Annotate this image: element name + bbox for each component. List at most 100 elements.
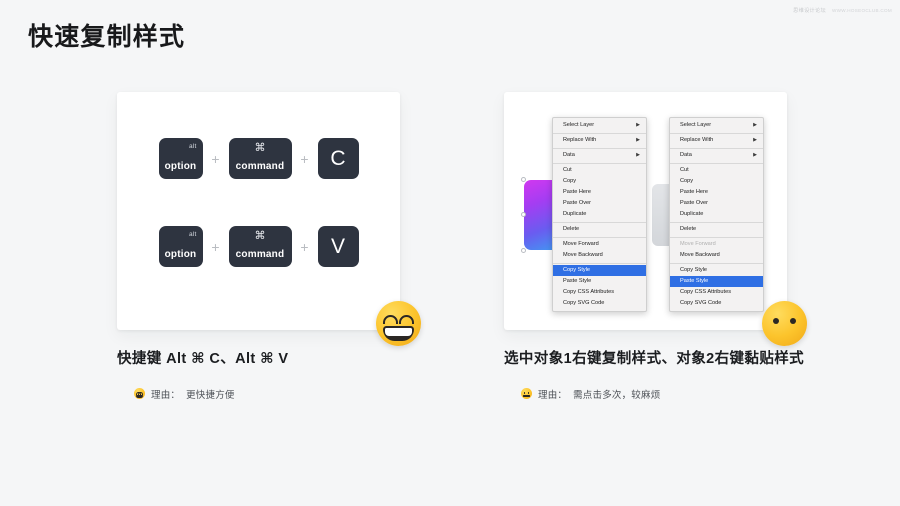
mini-mouth: [523, 395, 530, 397]
key-option[interactable]: alt option: [158, 138, 203, 179]
key-command[interactable]: ⌘ command: [228, 226, 292, 267]
menu-item-label: Paste Style: [563, 278, 592, 284]
submenu-arrow-icon: ▶: [636, 152, 640, 158]
key-letter-c[interactable]: C: [317, 138, 359, 179]
reason-label: 理由：: [151, 389, 181, 401]
menu-item: Move Forward: [670, 239, 763, 250]
menu-item-label: Replace With: [563, 137, 597, 143]
menu-item[interactable]: Cut: [553, 165, 646, 176]
key-option-label: option: [164, 161, 197, 172]
emoji-mouth: [383, 326, 414, 341]
menu-item[interactable]: Paste Style: [553, 276, 646, 287]
menu-item-label: Paste Here: [563, 189, 591, 195]
emoji-eye-left: [773, 318, 779, 324]
submenu-arrow-icon: ▶: [636, 122, 640, 128]
expressionless-face-icon: [762, 301, 807, 346]
menu-item[interactable]: Move Backward: [670, 250, 763, 261]
menu-item-label: Data: [680, 152, 692, 158]
menu-item[interactable]: Select Layer ▶: [553, 120, 646, 131]
menu-item-label: Move Forward: [680, 241, 716, 247]
shortcut-row-1: alt option + ⌘ command + C: [117, 138, 400, 179]
plus-separator: +: [300, 238, 309, 255]
menu-item[interactable]: Paste Style: [670, 276, 763, 287]
menu-item-label: Copy SVG Code: [680, 300, 722, 306]
selection-handle[interactable]: [521, 212, 526, 217]
menu-item[interactable]: Paste Over: [553, 198, 646, 209]
menu-separator: [553, 262, 646, 264]
selection-handle[interactable]: [521, 248, 526, 253]
menu-item[interactable]: Copy SVG Code: [553, 298, 646, 309]
menu-item-label: Copy CSS Attributes: [680, 289, 731, 295]
menu-item-label: Move Backward: [680, 252, 720, 258]
menu-item[interactable]: Paste Here: [553, 187, 646, 198]
key-option-alt-label: alt: [189, 231, 197, 238]
menu-item[interactable]: Delete: [670, 224, 763, 235]
menu-separator: [553, 221, 646, 223]
menu-item[interactable]: Select Layer ▶: [670, 120, 763, 131]
menu-item[interactable]: Copy Style: [670, 265, 763, 276]
menu-item[interactable]: Move Forward: [553, 239, 646, 250]
menu-item[interactable]: Copy CSS Attributes: [670, 287, 763, 298]
menu-item[interactable]: Copy Style: [553, 265, 646, 276]
menu-item-label: Move Forward: [563, 241, 599, 247]
menu-separator: [553, 236, 646, 238]
watermark-site: 思维设计论坛: [793, 8, 827, 14]
menu-separator: [553, 132, 646, 134]
key-letter-v[interactable]: V: [317, 226, 359, 267]
menu-item[interactable]: Data ▶: [670, 150, 763, 161]
submenu-arrow-icon: ▶: [753, 122, 757, 128]
mini-eye-right: [527, 392, 530, 394]
menu-item[interactable]: Cut: [670, 165, 763, 176]
menu-separator: [553, 162, 646, 164]
reason-text: 更快捷方便: [186, 389, 235, 401]
menu-separator: [670, 221, 763, 223]
menu-item-label: Cut: [563, 167, 572, 173]
menu-item-label: Copy: [680, 178, 694, 184]
mini-eye-left: [523, 392, 526, 394]
menu-item[interactable]: Duplicate: [553, 209, 646, 220]
menu-item-label: Delete: [563, 226, 580, 232]
key-command-label: command: [235, 161, 285, 172]
menu-item-label: Copy: [563, 178, 577, 184]
emoji-eye-right: [399, 315, 414, 324]
menu-separator: [670, 236, 763, 238]
selection-handle[interactable]: [521, 177, 526, 182]
plus-separator: +: [211, 238, 220, 255]
menu-item[interactable]: Move Backward: [553, 250, 646, 261]
submenu-arrow-icon: ▶: [636, 137, 640, 143]
menu-item-label: Duplicate: [563, 211, 587, 217]
caption-context-menu: 选中对象1右键复制样式、对象2右键黏贴样式: [504, 351, 805, 367]
key-command[interactable]: ⌘ command: [228, 138, 292, 179]
menu-item[interactable]: Delete: [553, 224, 646, 235]
menu-item-label: Select Layer: [680, 122, 712, 128]
page-title: 快速复制样式: [28, 23, 186, 51]
column-context-menu: Select Layer ▶ Replace With ▶ Data ▶ Cut Copy Pa…: [504, 92, 807, 401]
paste-style-context-menu[interactable]: Select Layer ▶ Replace With ▶ Data ▶ Cut Copy Pa…: [669, 117, 764, 312]
copy-style-context-menu[interactable]: Select Layer ▶ Replace With ▶ Data ▶ Cut Copy Pa…: [552, 117, 647, 312]
menu-item[interactable]: Copy: [553, 176, 646, 187]
menu-item[interactable]: Paste Here: [670, 187, 763, 198]
menu-item[interactable]: Data ▶: [553, 150, 646, 161]
menu-item[interactable]: Copy SVG Code: [670, 298, 763, 309]
key-option[interactable]: alt option: [158, 226, 203, 267]
key-option-alt-label: alt: [189, 143, 197, 150]
menu-item-label: Replace With: [680, 137, 714, 143]
menu-item[interactable]: Paste Over: [670, 198, 763, 209]
menu-item[interactable]: Replace With ▶: [670, 135, 763, 146]
reason-shortcut: 理由： 更快捷方便: [134, 387, 400, 401]
menu-separator: [670, 132, 763, 134]
menu-item-label: Copy CSS Attributes: [563, 289, 614, 295]
menu-item[interactable]: Copy CSS Attributes: [553, 287, 646, 298]
menu-item[interactable]: Replace With ▶: [553, 135, 646, 146]
menu-item-label: Duplicate: [680, 211, 704, 217]
menu-separator: [553, 147, 646, 149]
reason-context-menu: 理由： 需点击多次，较麻烦: [521, 387, 787, 401]
emoji-eye-left: [383, 315, 398, 324]
menu-item[interactable]: Duplicate: [670, 209, 763, 220]
expressionless-face-icon: [521, 388, 532, 400]
slide-root: 思维设计论坛 WWW.HOSEOCLUB.COM 快速复制样式 alt opti…: [0, 0, 900, 506]
columns-container: alt option + ⌘ command + C alt option + …: [0, 92, 900, 401]
menu-item[interactable]: Copy: [670, 176, 763, 187]
menu-item-label: Delete: [680, 226, 697, 232]
command-glyph-icon: ⌘: [254, 230, 266, 242]
